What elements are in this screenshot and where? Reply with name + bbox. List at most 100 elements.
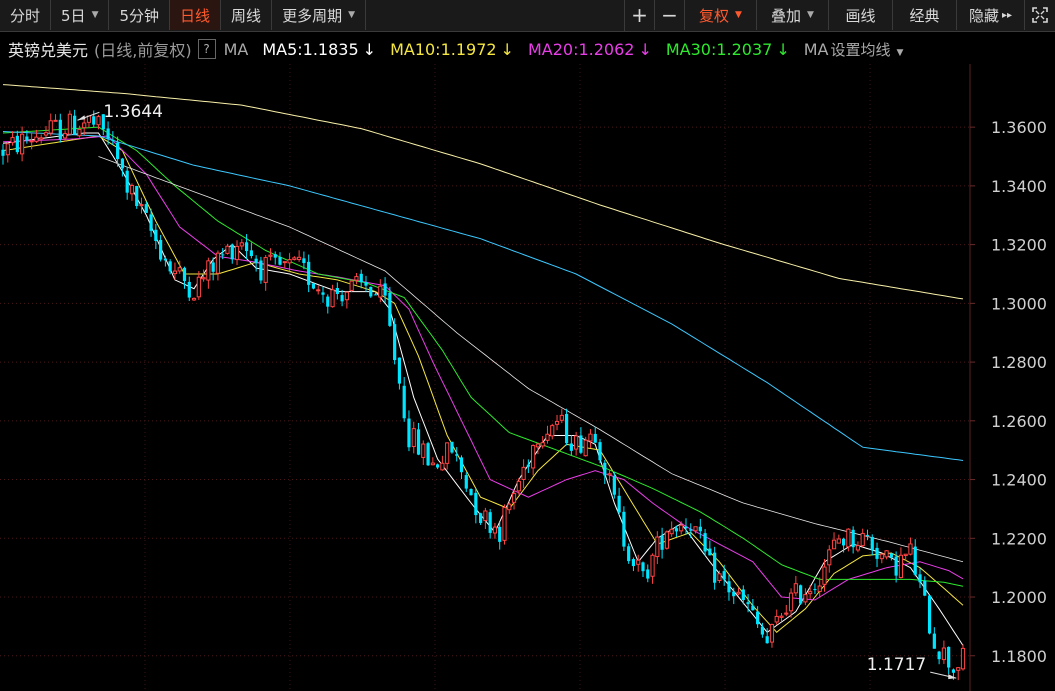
candle bbox=[550, 423, 555, 440]
candle-body bbox=[344, 291, 349, 301]
candle-body bbox=[498, 526, 502, 542]
tab-label: 更多周期 bbox=[282, 6, 343, 25]
candles-layer bbox=[1, 109, 966, 681]
ma-settings-label: 设置均线 bbox=[830, 40, 891, 59]
tab-5ri[interactable]: 5日 ▼ bbox=[51, 0, 110, 30]
candle-body bbox=[865, 534, 870, 536]
tab-zhouxian[interactable]: 周线 bbox=[221, 0, 273, 30]
candle-body bbox=[788, 592, 794, 612]
ma30-value: MA30:1.2037 ↓ bbox=[666, 40, 790, 59]
ma20-value: MA20:1.2062 ↓ bbox=[528, 40, 652, 59]
candle bbox=[631, 557, 636, 572]
candle-body bbox=[846, 528, 851, 548]
candle-body bbox=[316, 289, 321, 292]
info-bar: 英镑兑美元 (日线,前复权) ? MA MA5:1.1835 ↓ MA10:1.1… bbox=[0, 34, 1055, 64]
candle-body bbox=[941, 647, 946, 661]
candle-body bbox=[746, 602, 750, 605]
candle-body bbox=[722, 571, 726, 580]
candle bbox=[43, 126, 49, 138]
y-tick-label: 1.2000 bbox=[991, 588, 1047, 607]
overlay-button[interactable]: 叠加 ▼ bbox=[757, 0, 829, 30]
candle-body bbox=[191, 297, 197, 301]
candle bbox=[436, 463, 440, 470]
candle-body bbox=[172, 270, 178, 275]
candle-body bbox=[779, 615, 784, 618]
candle bbox=[708, 540, 712, 556]
candle-body bbox=[769, 624, 775, 643]
down-arrow-icon: ↓ bbox=[500, 39, 514, 59]
candle bbox=[469, 488, 473, 496]
candle-body bbox=[436, 464, 440, 468]
chevron-down-icon: ▼ bbox=[348, 10, 355, 20]
candlestick-chart[interactable]: 1.3600 1.3400 1.3200 1.3000 1.2800 1.2600 1.24… bbox=[0, 64, 1055, 691]
candle-body bbox=[679, 524, 684, 532]
low-arrow-head bbox=[948, 674, 957, 680]
candle bbox=[650, 553, 655, 584]
tab-fenshi[interactable]: 分时 bbox=[0, 0, 52, 30]
candle-body bbox=[708, 548, 712, 556]
tab-more-periods[interactable]: 更多周期 ▼ bbox=[272, 0, 366, 30]
candle-body bbox=[459, 457, 464, 473]
minus-icon: − bbox=[661, 3, 678, 27]
candle-body bbox=[841, 538, 846, 546]
candle-body bbox=[393, 324, 397, 361]
candle-body bbox=[736, 591, 741, 595]
candle bbox=[689, 523, 693, 539]
candle-body bbox=[25, 136, 29, 141]
candle-body bbox=[397, 357, 402, 384]
zoom-out-button[interactable]: − bbox=[655, 0, 685, 30]
candle bbox=[923, 576, 927, 596]
y-tick-label: 1.3400 bbox=[991, 177, 1047, 196]
candle-body bbox=[182, 267, 187, 282]
candle bbox=[860, 528, 865, 548]
candle bbox=[918, 568, 922, 589]
candle-body bbox=[559, 414, 564, 421]
candle-body bbox=[564, 413, 569, 444]
candle bbox=[641, 561, 645, 578]
candle-body bbox=[168, 261, 172, 272]
candle bbox=[58, 113, 62, 143]
ma-settings-button[interactable]: 设置均线 ▼ bbox=[830, 39, 903, 60]
candle-body bbox=[116, 142, 120, 160]
fuquan-button[interactable]: 复权 ▼ bbox=[685, 0, 757, 30]
tab-5min[interactable]: 5分钟 bbox=[109, 0, 171, 30]
candle bbox=[383, 277, 387, 303]
candle-body bbox=[793, 583, 798, 594]
candle bbox=[139, 197, 144, 214]
candle bbox=[502, 504, 507, 545]
candle-body bbox=[326, 296, 330, 307]
candle bbox=[254, 255, 258, 272]
help-icon[interactable]: ? bbox=[197, 39, 216, 59]
candle-body bbox=[364, 282, 368, 286]
candle-body bbox=[206, 260, 211, 281]
candle bbox=[889, 553, 893, 561]
candle-body bbox=[455, 454, 459, 456]
candle bbox=[316, 285, 321, 295]
classic-button[interactable]: 经典 bbox=[893, 0, 957, 30]
draw-line-button[interactable]: 画线 bbox=[829, 0, 893, 30]
candle-body bbox=[388, 292, 392, 326]
zoom-in-button[interactable]: + bbox=[625, 0, 655, 30]
candle-body bbox=[479, 513, 483, 524]
candle bbox=[259, 256, 263, 284]
candle-body bbox=[135, 186, 139, 206]
candle-body bbox=[282, 261, 287, 264]
candle bbox=[799, 584, 803, 605]
candle-body bbox=[483, 510, 488, 522]
candle-body bbox=[554, 420, 560, 425]
candle-body bbox=[144, 204, 148, 213]
candle bbox=[407, 410, 411, 452]
candle-body bbox=[813, 589, 817, 591]
candle-body bbox=[139, 204, 144, 207]
candle-body bbox=[898, 554, 904, 579]
hide-button[interactable]: 隐藏 ▸▸ bbox=[957, 0, 1025, 30]
candle-body bbox=[894, 556, 898, 576]
candle-body bbox=[540, 442, 545, 447]
fullscreen-button[interactable] bbox=[1025, 0, 1055, 30]
candle-body bbox=[440, 462, 445, 471]
candle-body bbox=[96, 116, 101, 126]
candle-body bbox=[669, 528, 674, 535]
candle-body bbox=[416, 429, 421, 455]
y-tick-label: 1.3200 bbox=[991, 236, 1047, 255]
tab-rixian[interactable]: 日线 bbox=[170, 0, 222, 30]
